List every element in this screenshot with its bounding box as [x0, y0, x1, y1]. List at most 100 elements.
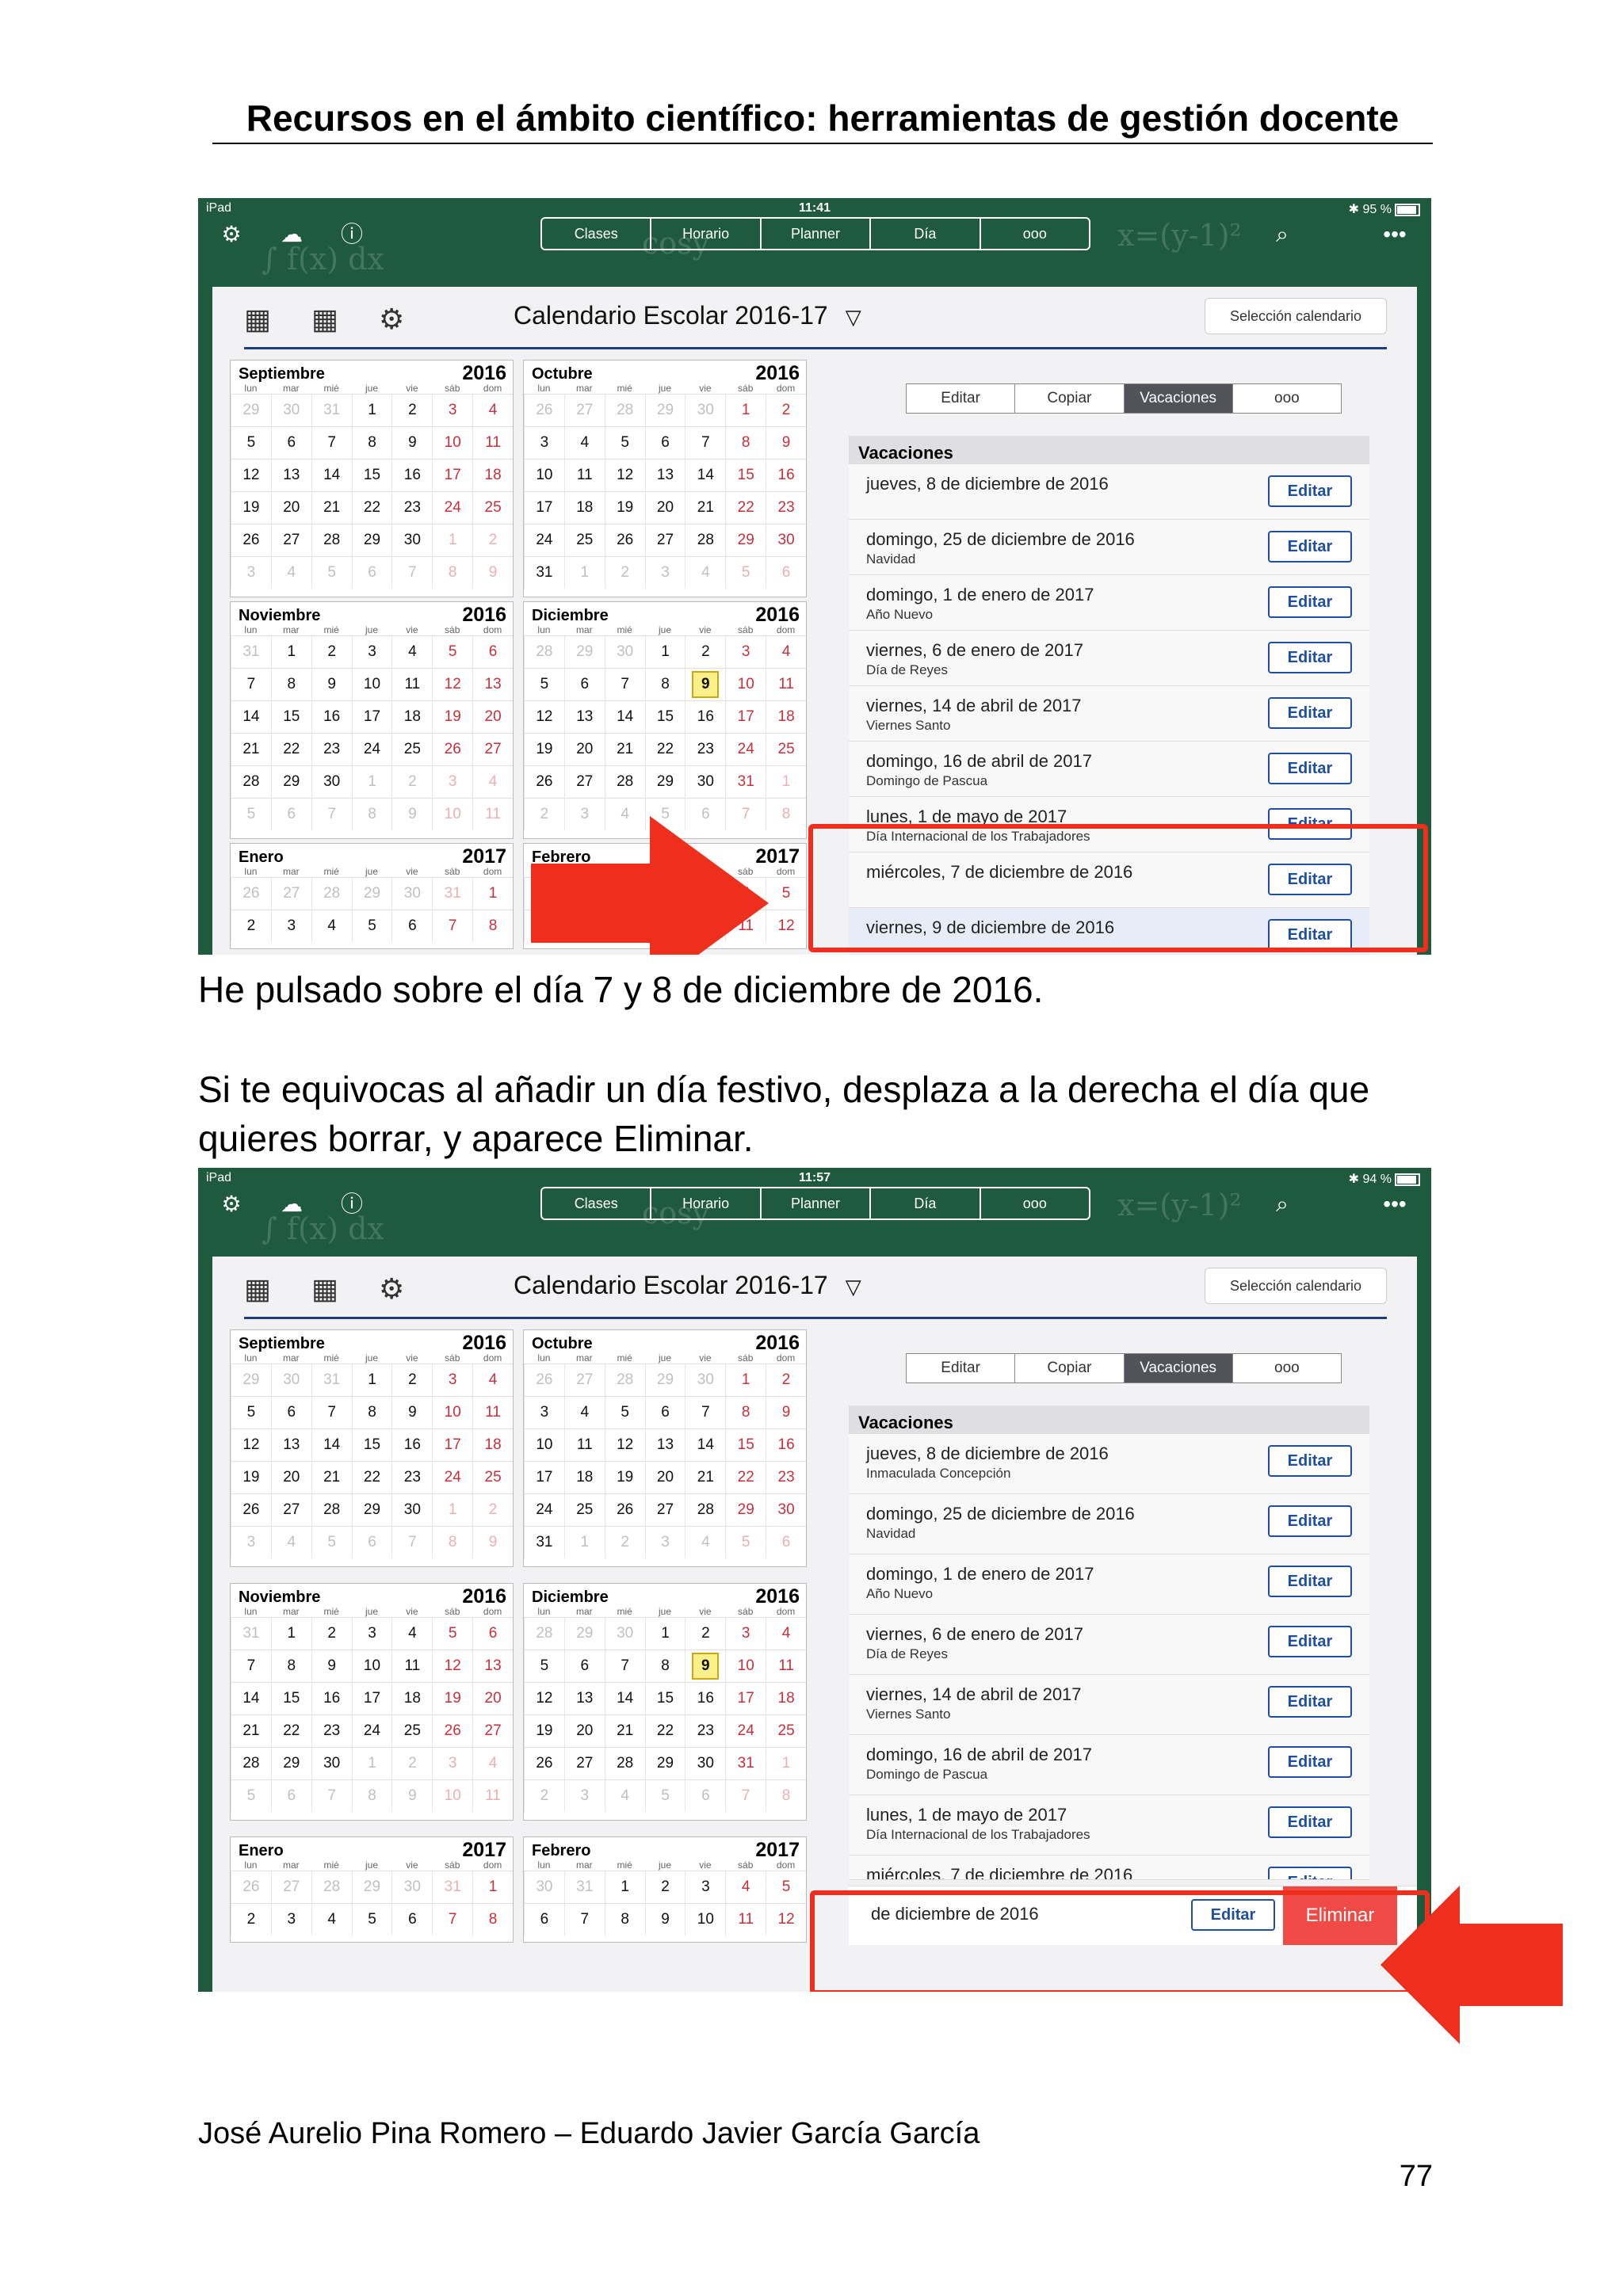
- day-cell[interactable]: 18: [563, 491, 605, 524]
- tab-2[interactable]: Vacaciones: [1124, 384, 1233, 413]
- day-cell[interactable]: 23: [311, 1714, 352, 1747]
- day-cell[interactable]: 12: [231, 1428, 271, 1461]
- day-cell[interactable]: 3: [351, 1617, 392, 1650]
- day-cell[interactable]: 2: [604, 1526, 645, 1558]
- gear-icon[interactable]: ⚙: [379, 1272, 404, 1306]
- edit-button[interactable]: Editar: [1268, 1445, 1352, 1477]
- day-cell[interactable]: 10: [524, 459, 564, 491]
- day-cell[interactable]: 6: [766, 1526, 806, 1558]
- day-cell[interactable]: 7: [685, 1396, 726, 1428]
- vacation-item[interactable]: domingo, 1 de enero de 2017 Año Nuevo Edit…: [849, 575, 1369, 631]
- day-cell[interactable]: 11: [563, 1428, 605, 1461]
- day-cell[interactable]: 29: [563, 635, 605, 668]
- day-cell[interactable]: 10: [432, 1779, 473, 1812]
- day-cell[interactable]: 18: [563, 1461, 605, 1493]
- day-cell[interactable]: 3: [644, 1526, 685, 1558]
- day-cell[interactable]: 31: [231, 1617, 271, 1650]
- day-cell[interactable]: 2: [391, 1363, 433, 1396]
- day-cell[interactable]: 9: [472, 556, 513, 589]
- day-cell[interactable]: 19: [231, 1461, 271, 1493]
- day-cell[interactable]: 21: [311, 1461, 352, 1493]
- day-cell[interactable]: 30: [270, 1363, 311, 1396]
- day-cell[interactable]: 8: [270, 668, 311, 700]
- day-cell[interactable]: 20: [644, 491, 685, 524]
- day-cell[interactable]: 19: [432, 1682, 473, 1714]
- day-cell[interactable]: 19: [231, 491, 271, 524]
- day-cell[interactable]: 29: [351, 1493, 392, 1526]
- day-cell[interactable]: 16: [685, 700, 726, 733]
- day-cell[interactable]: 25: [766, 733, 806, 765]
- day-cell[interactable]: 30: [685, 765, 726, 798]
- day-cell[interactable]: 20: [563, 1714, 605, 1747]
- day-cell[interactable]: 2: [524, 1779, 564, 1812]
- day-cell[interactable]: 29: [644, 394, 685, 426]
- day-cell[interactable]: 6: [391, 1903, 433, 1936]
- day-cell[interactable]: 6: [766, 556, 806, 589]
- day-cell[interactable]: 7: [311, 1779, 352, 1812]
- day-cell[interactable]: 7: [604, 668, 645, 700]
- day-cell[interactable]: 27: [563, 1363, 605, 1396]
- day-cell[interactable]: 13: [472, 1650, 513, 1682]
- day-cell[interactable]: 12: [432, 1650, 473, 1682]
- day-cell[interactable]: 21: [311, 491, 352, 524]
- day-cell[interactable]: 17: [351, 700, 392, 733]
- vacation-item[interactable]: domingo, 16 de abril de 2017 Domingo de P…: [849, 1735, 1369, 1795]
- day-cell[interactable]: 27: [472, 733, 513, 765]
- day-cell[interactable]: 23: [766, 491, 806, 524]
- day-cell[interactable]: 6: [644, 426, 685, 459]
- day-cell[interactable]: 23: [685, 733, 726, 765]
- day-cell[interactable]: 2: [231, 910, 271, 942]
- day-cell[interactable]: 2: [391, 394, 433, 426]
- day-cell[interactable]: 6: [270, 798, 311, 830]
- day-cell[interactable]: 29: [351, 524, 392, 556]
- day-cell[interactable]: 26: [604, 1493, 645, 1526]
- day-cell[interactable]: 29: [270, 765, 311, 798]
- day-cell[interactable]: 2: [685, 1617, 726, 1650]
- search-icon[interactable]: ⌕: [1268, 220, 1296, 249]
- day-cell[interactable]: 5: [725, 1526, 766, 1558]
- day-cell[interactable]: 3: [524, 426, 564, 459]
- day-cell[interactable]: 3: [231, 1526, 271, 1558]
- day-cell[interactable]: 20: [472, 700, 513, 733]
- day-cell[interactable]: 11: [725, 1903, 766, 1936]
- day-cell[interactable]: 10: [432, 1396, 473, 1428]
- day-cell[interactable]: 3: [270, 910, 311, 942]
- day-cell[interactable]: 8: [432, 556, 473, 589]
- day-cell[interactable]: 29: [231, 1363, 271, 1396]
- day-cell[interactable]: 15: [351, 1428, 392, 1461]
- day-cell[interactable]: 22: [351, 1461, 392, 1493]
- day-cell[interactable]: 27: [270, 524, 311, 556]
- calendar-title[interactable]: Calendario Escolar 2016-17 ▽: [514, 1271, 861, 1300]
- day-cell[interactable]: 7: [432, 910, 473, 942]
- day-cell[interactable]: 30: [685, 1363, 726, 1396]
- day-cell[interactable]: 9: [391, 1396, 433, 1428]
- day-cell[interactable]: 12: [766, 1903, 806, 1936]
- day-cell[interactable]: 29: [231, 394, 271, 426]
- day-cell[interactable]: 12: [604, 459, 645, 491]
- day-cell[interactable]: 28: [685, 1493, 726, 1526]
- day-cell[interactable]: 5: [231, 1396, 271, 1428]
- day-cell[interactable]: 22: [270, 1714, 311, 1747]
- day-cell[interactable]: 11: [472, 798, 513, 830]
- day-cell[interactable]: 28: [311, 524, 352, 556]
- day-cell[interactable]: 29: [644, 1363, 685, 1396]
- day-cell[interactable]: 14: [231, 1682, 271, 1714]
- day-cell[interactable]: 28: [231, 1747, 271, 1779]
- day-cell[interactable]: 28: [604, 1363, 645, 1396]
- day-cell[interactable]: 21: [231, 733, 271, 765]
- day-cell[interactable]: 5: [432, 635, 473, 668]
- day-cell[interactable]: 5: [311, 1526, 352, 1558]
- day-cell[interactable]: 10: [351, 1650, 392, 1682]
- day-cell[interactable]: 8: [432, 1526, 473, 1558]
- day-cell[interactable]: 8: [472, 1903, 513, 1936]
- nav-tab-0[interactable]: Clases: [542, 1188, 652, 1219]
- day-cell[interactable]: 3: [270, 1903, 311, 1936]
- day-cell[interactable]: 17: [351, 1682, 392, 1714]
- day-cell[interactable]: 31: [524, 556, 564, 589]
- day-cell[interactable]: 2: [604, 556, 645, 589]
- day-cell[interactable]: 9: [391, 426, 433, 459]
- day-cell[interactable]: 1: [644, 1617, 685, 1650]
- day-cell[interactable]: 17: [432, 1428, 473, 1461]
- day-cell[interactable]: 8: [644, 1650, 685, 1682]
- nav-tab-0[interactable]: Clases: [542, 219, 652, 249]
